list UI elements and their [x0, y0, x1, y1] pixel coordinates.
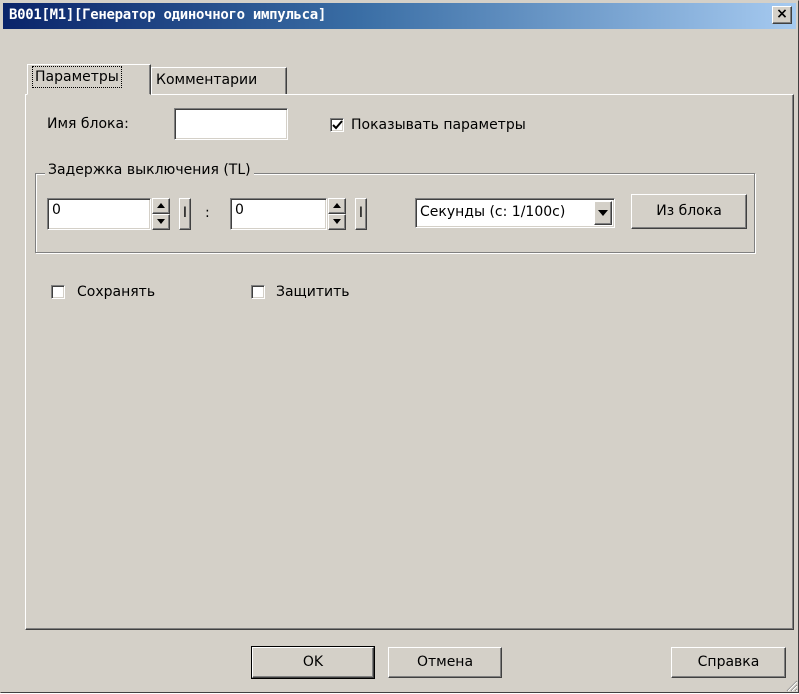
- window-title: B001[M1][Генератор одиночного импульса]: [9, 7, 327, 23]
- time-units-dropdown[interactable]: Секунды (с: 1/100с): [415, 198, 615, 228]
- delay-value1-input[interactable]: 0: [47, 198, 151, 230]
- chevron-down-icon: [598, 210, 608, 216]
- close-icon: ×: [776, 6, 788, 22]
- protect-checkbox[interactable]: [251, 285, 265, 299]
- spin-down-icon: [157, 219, 165, 224]
- spin-up-icon: [333, 203, 341, 208]
- delay-value1-spinner[interactable]: [152, 198, 170, 230]
- retain-checkbox[interactable]: [51, 285, 65, 299]
- delay-value2-spinner[interactable]: [328, 198, 346, 230]
- resize-grip-icon[interactable]: [784, 678, 798, 692]
- title-bar[interactable]: B001[M1][Генератор одиночного импульса] …: [3, 3, 796, 29]
- spin-up-icon: [157, 203, 165, 208]
- delay-value1-param-button[interactable]: I: [179, 198, 191, 230]
- close-button[interactable]: ×: [772, 6, 792, 24]
- cancel-button[interactable]: Отмена: [388, 647, 502, 678]
- spin-down-icon: [333, 219, 341, 224]
- ok-button[interactable]: OK: [251, 646, 375, 679]
- spin-down-button[interactable]: [152, 214, 170, 230]
- block-name-label: Имя блока:: [47, 116, 129, 132]
- show-params-checkbox[interactable]: [330, 118, 344, 132]
- retain-label: Сохранять: [77, 284, 156, 300]
- dialog-window: B001[M1][Генератор одиночного импульса] …: [0, 0, 799, 693]
- spin-up-button[interactable]: [152, 198, 170, 214]
- tab-comments[interactable]: Комментарии: [151, 67, 287, 94]
- dropdown-arrow-button[interactable]: [594, 201, 612, 225]
- delay-value2-param-button[interactable]: I: [355, 198, 367, 230]
- spin-up-button[interactable]: [328, 198, 346, 214]
- delay-value2-input[interactable]: 0: [230, 198, 327, 230]
- tab-parameters[interactable]: Параметры: [27, 64, 151, 95]
- delay-group-legend: Задержка выключения (TL): [45, 162, 254, 178]
- spin-down-button[interactable]: [328, 214, 346, 230]
- help-button[interactable]: Справка: [671, 647, 786, 678]
- checkmark-icon: [332, 120, 343, 130]
- from-block-button[interactable]: Из блока: [631, 194, 747, 229]
- time-separator: :: [205, 205, 210, 221]
- tab-comments-label: Комментарии: [156, 72, 258, 88]
- protect-label: Защитить: [276, 284, 350, 300]
- show-params-label: Показывать параметры: [351, 117, 526, 133]
- time-units-value: Секунды (с: 1/100с): [420, 204, 566, 220]
- block-name-input[interactable]: [174, 108, 288, 140]
- tab-parameters-label: Параметры: [32, 66, 122, 88]
